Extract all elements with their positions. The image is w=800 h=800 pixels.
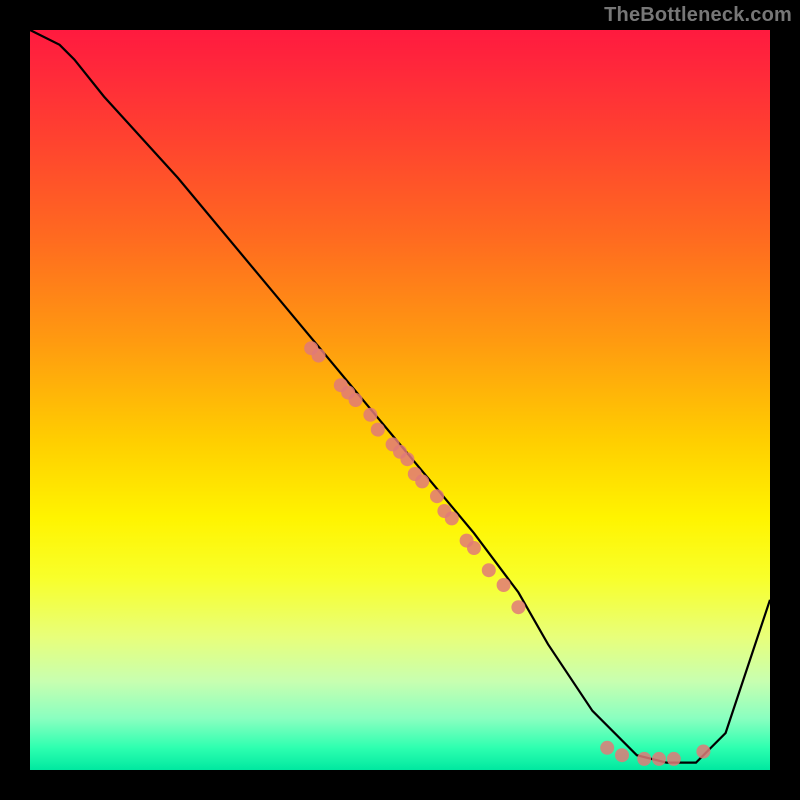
marker-group (304, 341, 710, 766)
data-marker (637, 752, 651, 766)
bottleneck-curve (30, 30, 770, 763)
chart-stage: TheBottleneck.com (0, 0, 800, 800)
data-marker (445, 511, 459, 525)
data-marker (497, 578, 511, 592)
chart-svg (30, 30, 770, 770)
data-marker (667, 752, 681, 766)
data-marker (696, 745, 710, 759)
data-marker (371, 423, 385, 437)
watermark-text: TheBottleneck.com (604, 4, 792, 27)
data-marker (312, 349, 326, 363)
data-marker (615, 748, 629, 762)
data-marker (400, 452, 414, 466)
data-marker (349, 393, 363, 407)
data-marker (430, 489, 444, 503)
data-marker (363, 408, 377, 422)
data-marker (415, 474, 429, 488)
data-marker (467, 541, 481, 555)
data-marker (652, 752, 666, 766)
data-marker (600, 741, 614, 755)
data-marker (482, 563, 496, 577)
data-marker (511, 600, 525, 614)
